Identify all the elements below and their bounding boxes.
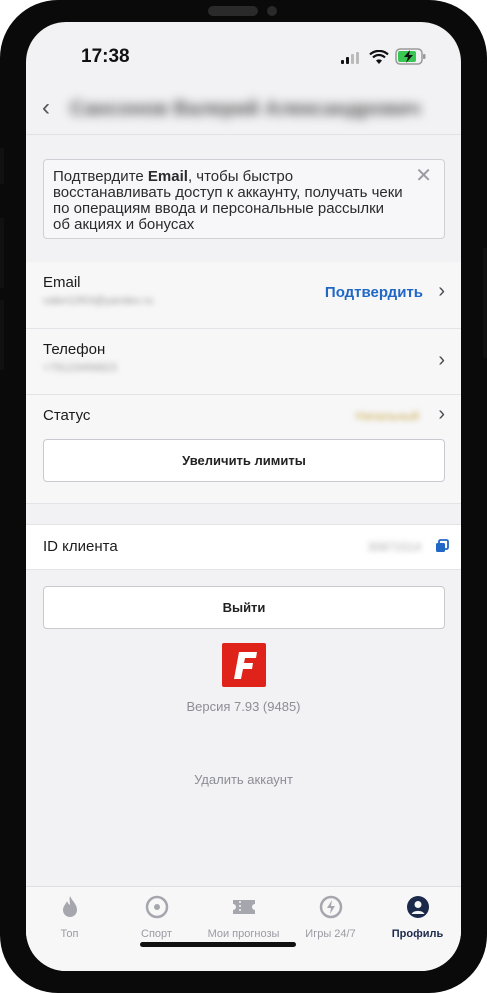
email-label: Email [43,274,81,291]
close-icon[interactable]: ✕ [415,166,432,186]
tab-profile[interactable]: Профиль [374,895,461,940]
email-row[interactable]: Email valeri1953@yandex.ru Подтвердить › [26,262,461,329]
status-time: 17:38 [81,46,130,67]
increase-limits-button[interactable]: Увеличить лимиты [43,439,445,482]
tab-label: Игры 24/7 [305,928,356,940]
email-value: valeri1953@yandex.ru [43,295,154,307]
email-confirm-notice: Подтвердите Email, чтобы быстро восстана… [43,159,445,239]
tab-games[interactable]: Игры 24/7 [287,895,374,940]
tab-label: Профиль [391,928,444,940]
camera [267,6,277,16]
copy-icon[interactable] [435,539,449,553]
user-icon [406,896,429,918]
phone-label: Телефон [43,341,106,358]
home-indicator[interactable] [140,942,296,947]
status-bar: 17:38 [26,22,461,82]
chevron-right-icon: › [438,403,445,425]
mute-switch [0,148,4,184]
ticket-icon [232,900,255,914]
status-label: Статус [43,407,91,424]
target-icon [145,895,168,919]
logout-button[interactable]: Выйти [43,586,445,629]
wifi-icon [369,50,389,64]
app-version: Версия 7.93 (9485) [186,699,301,714]
chevron-right-icon: › [438,280,445,302]
status-row[interactable]: Статус Начальный › Увеличить лимиты [26,395,461,504]
back-button[interactable]: ‹ [42,94,50,122]
client-id-row: ID клиента 30871514 [26,524,461,570]
tab-sport[interactable]: Спорт [113,895,200,940]
power-button [483,248,487,358]
notice-text-start: Подтвердите [53,168,148,185]
screen: 17:38 ‹ Сансонов Валерий Александрович П… [26,22,461,971]
phone-frame: 17:38 ‹ Сансонов Валерий Александрович П… [0,0,487,993]
tab-my-bets[interactable]: Мои прогнозы [200,895,287,940]
client-id-value: 30871514 [367,540,421,554]
battery-icon [395,48,426,65]
confirm-email-link[interactable]: Подтвердить [325,284,423,301]
volume-up-button [0,218,4,288]
app-logo [222,643,266,687]
flame-icon [62,896,77,917]
tab-label: Мои прогнозы [207,928,280,940]
chevron-right-icon: › [438,349,445,371]
bolt-icon [319,895,342,919]
phone-value: +79123456823 [43,362,117,374]
signal-icon [341,52,361,64]
tab-label: Спорт [141,928,172,940]
volume-down-button [0,300,4,370]
notice-text-bold: Email [147,168,188,185]
speaker [208,6,258,16]
delete-account-link[interactable]: Удалить аккаунт [26,772,461,787]
phone-row[interactable]: Телефон +79123456823 › [26,329,461,395]
page-title: Сансонов Валерий Александрович [70,98,420,120]
tab-top[interactable]: Топ [26,895,113,940]
status-value: Начальный [355,409,419,423]
nav-bar: ‹ Сансонов Валерий Александрович [26,88,461,135]
client-id-label: ID клиента [43,538,118,555]
tab-label: Топ [60,928,79,940]
tab-bar: Топ Спорт Мои прогнозы Игры 24/7 Профиль [26,886,461,971]
